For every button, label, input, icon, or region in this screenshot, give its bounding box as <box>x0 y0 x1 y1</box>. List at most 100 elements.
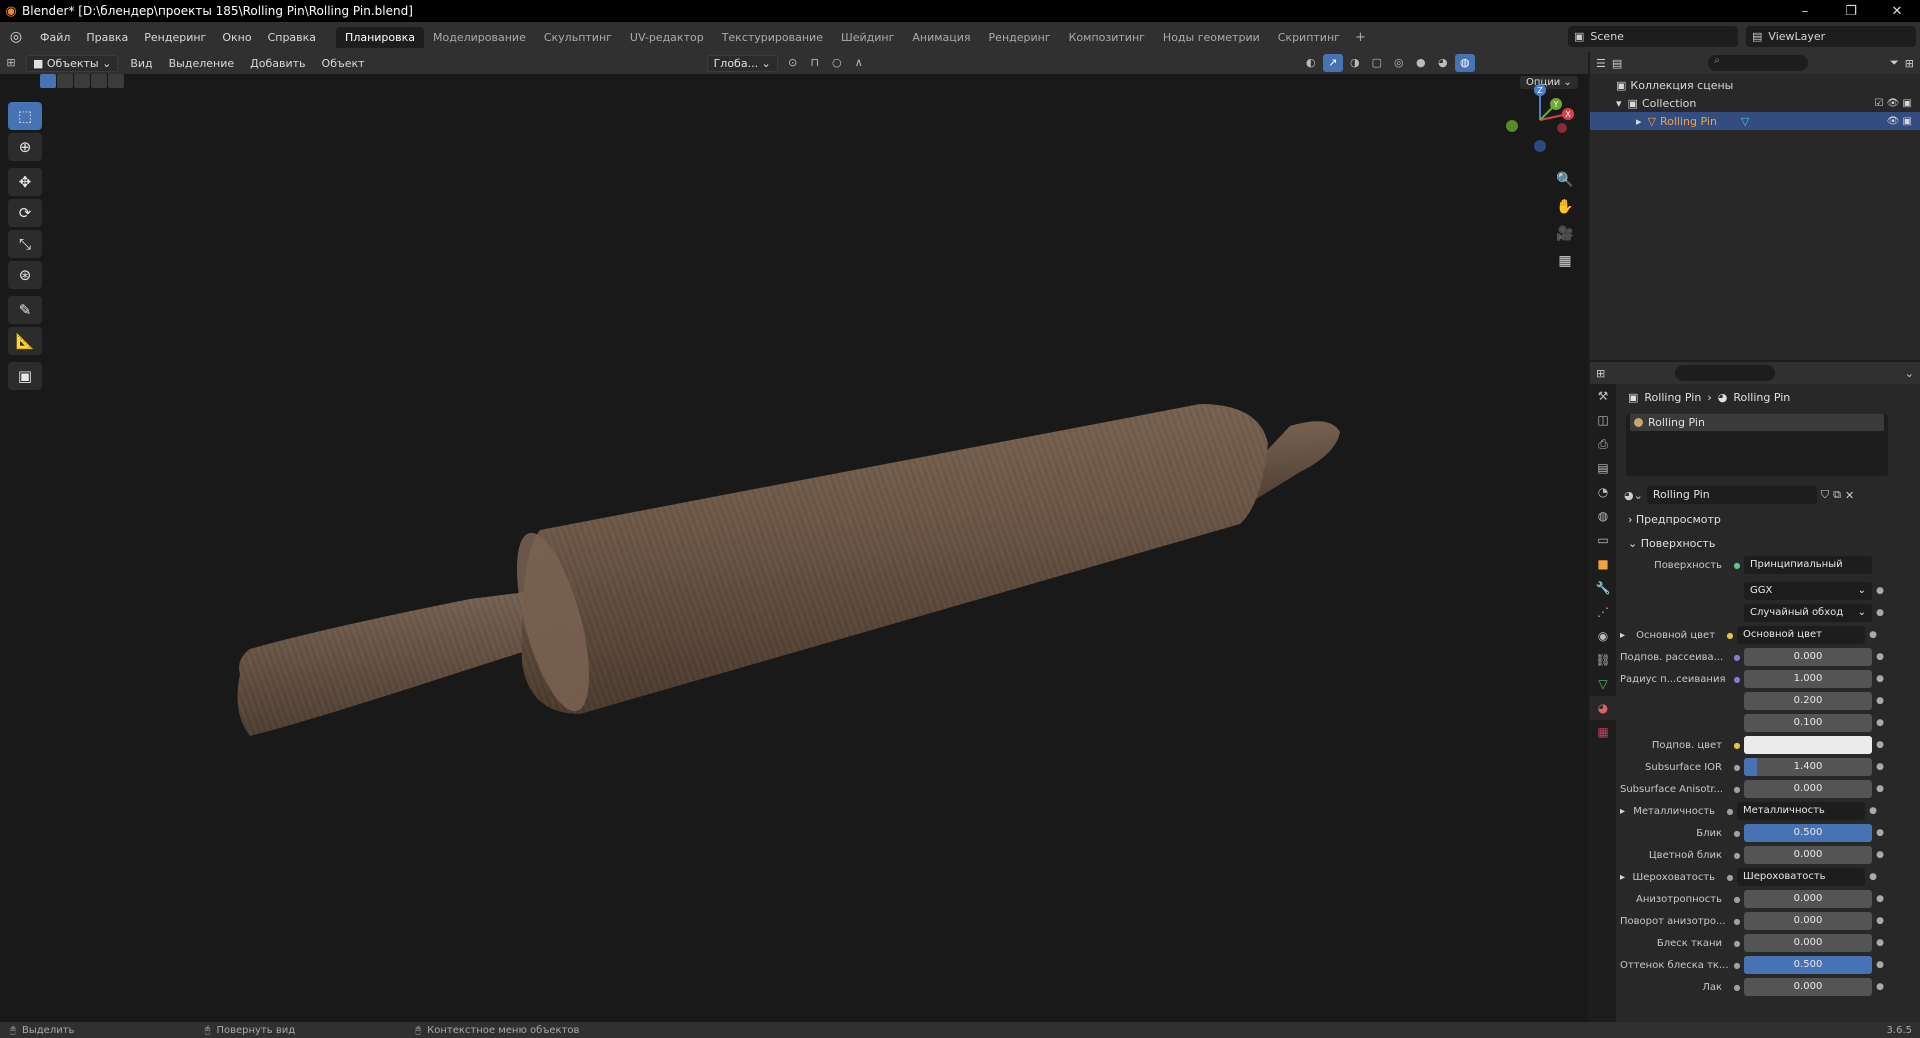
scene-selector[interactable]: ▣ Scene <box>1568 26 1738 47</box>
number-field[interactable]: 0.500 <box>1744 824 1872 842</box>
collection-visibility-icons[interactable]: ☑ 👁 ▣ <box>1875 98 1912 109</box>
camera-icon[interactable]: 🎥 <box>1552 222 1578 246</box>
preview-panel-header[interactable]: › Предпросмотр <box>1620 508 1920 530</box>
workspace-tab-layout[interactable]: Планировка <box>336 26 425 48</box>
number-field[interactable]: 0.000 <box>1744 912 1872 930</box>
editor-type-icon[interactable]: ⊞ <box>1 54 21 72</box>
workspace-tab-shading[interactable]: Шейдинг <box>832 27 903 48</box>
keyframe-dot-icon[interactable]: ● <box>1874 960 1886 970</box>
menu-add[interactable]: Добавить <box>242 55 313 72</box>
socket-dot-icon[interactable]: ● <box>1730 851 1744 860</box>
material-browse-icon[interactable]: ◕⌄ <box>1624 489 1643 502</box>
expand-arrow-icon[interactable]: ▾ <box>1616 97 1622 110</box>
keyframe-dot-icon[interactable]: ● <box>1874 828 1886 838</box>
workspace-tab-compositing[interactable]: Композитинг <box>1060 27 1154 48</box>
linked-input-field[interactable]: Металличность <box>1737 802 1866 820</box>
keyframe-dot-icon[interactable]: ● <box>1874 652 1886 662</box>
socket-dot-icon[interactable]: ● <box>1730 763 1744 772</box>
material-shading-icon[interactable]: ◕ <box>1433 54 1453 72</box>
minimize-button[interactable]: – <box>1782 4 1828 19</box>
outliner-collection[interactable]: ▾ ▣ Collection ☑ 👁 ▣ <box>1590 94 1920 112</box>
keyframe-dot-icon[interactable]: ● <box>1874 916 1886 926</box>
keyframe-dot-icon[interactable]: ● <box>1874 740 1886 750</box>
view-layer-selector[interactable]: ▤ ViewLayer <box>1746 26 1916 47</box>
zoom-icon[interactable]: 🔍 <box>1552 168 1578 192</box>
object-tab-icon[interactable]: ■ <box>1590 552 1616 576</box>
number-field[interactable]: 0.000 <box>1744 846 1872 864</box>
outliner-scene-collection[interactable]: ▣ Коллекция сцены <box>1590 76 1920 94</box>
properties-editor-icon[interactable]: ⊞ <box>1596 367 1605 380</box>
number-field[interactable]: 0.000 <box>1744 780 1872 798</box>
filter-icon[interactable]: ⏷ <box>1890 56 1899 70</box>
keyframe-dot-icon[interactable]: ● <box>1874 982 1886 992</box>
keyframe-dot-icon[interactable]: ● <box>1867 806 1879 816</box>
menu-view[interactable]: Вид <box>122 55 160 72</box>
number-field[interactable]: 0.000 <box>1744 648 1872 666</box>
physics-tab-icon[interactable]: ◉ <box>1590 624 1616 648</box>
keyframe-dot-icon[interactable]: ● <box>1874 762 1886 772</box>
socket-dot-icon[interactable]: ● <box>1730 983 1744 992</box>
number-field[interactable]: 0.000 <box>1744 890 1872 908</box>
number-field[interactable]: 1.400 <box>1744 758 1872 776</box>
keyframe-dot-icon[interactable]: ● <box>1874 718 1886 728</box>
render-tab-icon[interactable]: ◫ <box>1590 408 1616 432</box>
material-slot-list[interactable]: Rolling Pin <box>1626 414 1888 476</box>
workspace-tab-texturing[interactable]: Текстурирование <box>713 27 832 48</box>
texture-tab-icon[interactable]: ▦ <box>1590 720 1616 744</box>
number-field[interactable]: 0.000 <box>1744 978 1872 996</box>
keyframe-dot-icon[interactable]: ● <box>1867 630 1879 640</box>
workspace-tab-sculpting[interactable]: Скульптинг <box>535 27 621 48</box>
outliner-search-input[interactable]: ⌕ <box>1708 55 1809 71</box>
xray-icon[interactable]: ▢ <box>1367 54 1387 72</box>
color-swatch-field[interactable] <box>1744 736 1872 754</box>
overlay-icon[interactable]: ◑ <box>1345 54 1365 72</box>
outliner-editor-icon[interactable]: ☰ <box>1596 57 1606 70</box>
gizmo-toggle-icon[interactable]: ↗ <box>1322 54 1343 72</box>
pan-hand-icon[interactable]: ✋ <box>1552 195 1578 219</box>
workspace-tab-rendering[interactable]: Рендеринг <box>980 27 1060 48</box>
data-tab-icon[interactable]: ▽ <box>1590 672 1616 696</box>
keyframe-dot-icon[interactable]: ● <box>1874 784 1886 794</box>
outliner-object-rolling-pin[interactable]: ▸ ▽ Rolling Pin ▽ 👁 ▣ <box>1590 112 1920 130</box>
output-tab-icon[interactable]: ⎙ <box>1590 432 1616 456</box>
collection-tab-icon[interactable]: ▭ <box>1590 528 1616 552</box>
menu-select[interactable]: Выделение <box>161 55 243 72</box>
visibility-icon[interactable]: ◐ <box>1301 54 1321 72</box>
number-field[interactable]: 0.100 <box>1744 714 1872 732</box>
keyframe-dot-icon[interactable]: ● <box>1874 608 1886 618</box>
properties-search-input[interactable] <box>1675 365 1776 381</box>
socket-dot-icon[interactable]: ● <box>1730 741 1744 750</box>
rendered-shading-icon[interactable]: ◍ <box>1454 54 1475 72</box>
add-workspace-button[interactable]: + <box>1349 30 1372 45</box>
mode-dropdown[interactable]: ■ Объекты ⌄ <box>26 54 119 72</box>
new-collection-icon[interactable]: ⊞ <box>1905 57 1914 70</box>
keyframe-dot-icon[interactable]: ● <box>1874 586 1886 596</box>
keyframe-dot-icon[interactable]: ● <box>1874 850 1886 860</box>
socket-dot-icon[interactable]: ● <box>1730 675 1744 684</box>
linked-input-field[interactable]: Основной цвет <box>1737 626 1866 644</box>
expand-arrow-icon[interactable]: ▸ <box>1636 115 1642 128</box>
surface-panel-header[interactable]: ⌄ Поверхность <box>1620 532 1920 554</box>
workspace-tab-animation[interactable]: Анимация <box>903 27 979 48</box>
socket-dot-icon[interactable]: ● <box>1723 807 1737 816</box>
3d-viewport[interactable]: Опции ⌄ ⬚ ⊕ ✥ ⟳ ⤡ ⊛ ✎ 📐 ▣ Z X Y 🔍 ✋ 🎥 ▦ <box>0 74 1588 1022</box>
navigation-gizmo[interactable]: Z X Y <box>1500 80 1580 160</box>
keyframe-dot-icon[interactable]: ● <box>1874 674 1886 684</box>
workspace-tab-scripting[interactable]: Скриптинг <box>1269 27 1349 48</box>
duplicate-material-icon[interactable]: ⧉ <box>1833 488 1841 502</box>
material-tab-icon[interactable]: ◕ <box>1590 696 1616 720</box>
maximize-button[interactable]: ❐ <box>1828 4 1874 19</box>
subsurface-method-dropdown[interactable]: Случайный обход ⌄ <box>1744 604 1872 622</box>
view-layer-tab-icon[interactable]: ▤ <box>1590 456 1616 480</box>
menu-file[interactable]: Файл <box>32 31 78 44</box>
socket-dot-icon[interactable]: ● <box>1723 631 1737 640</box>
snap-icon[interactable]: ⊓ <box>805 54 825 72</box>
linked-input-field[interactable]: Шероховатость <box>1737 868 1866 886</box>
material-slot-item[interactable]: Rolling Pin <box>1630 414 1884 431</box>
grid-perspective-icon[interactable]: ▦ <box>1552 249 1578 273</box>
menu-window[interactable]: Окно <box>214 31 259 44</box>
workspace-tab-geometry-nodes[interactable]: Ноды геометрии <box>1154 27 1269 48</box>
surface-shader-field[interactable]: Принципиальный BSDF <box>1744 556 1872 574</box>
menu-render[interactable]: Рендеринг <box>136 31 214 44</box>
socket-dot-icon[interactable]: ● <box>1723 873 1737 882</box>
